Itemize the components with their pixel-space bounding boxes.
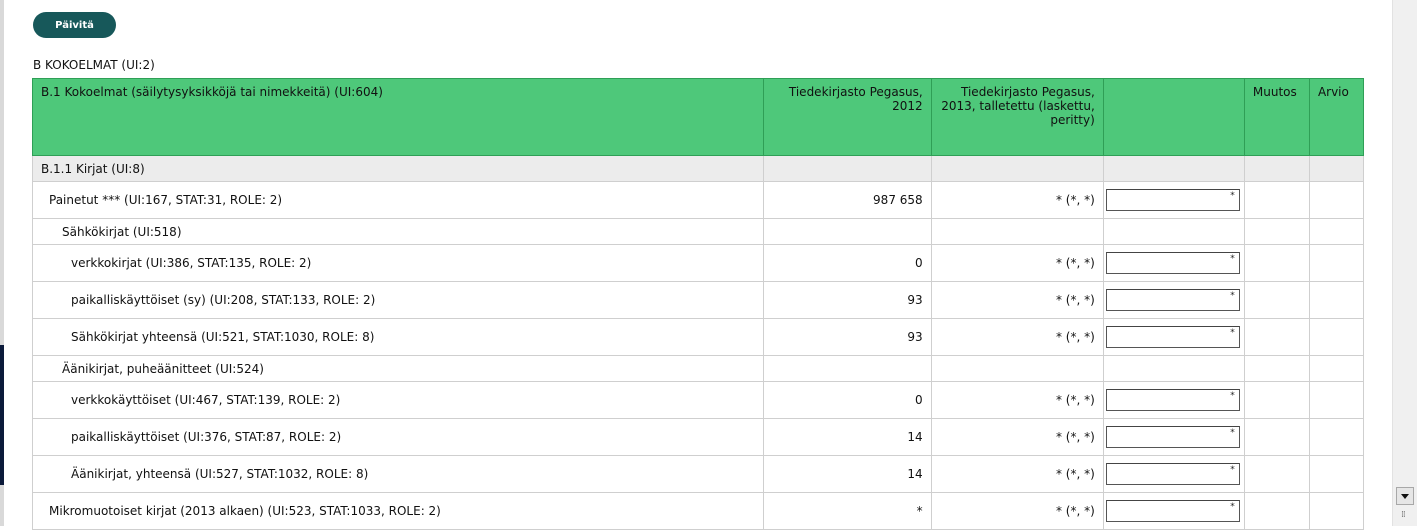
value-input[interactable]: * — [1105, 463, 1240, 485]
row-value-2012: 93 — [762, 281, 932, 319]
table-row: Sähkökirjat yhteensä (UI:521, STAT:1030,… — [32, 318, 1365, 356]
value-input[interactable]: * — [1105, 289, 1240, 311]
group-label: B.1.1 Kirjat (UI:8) — [32, 155, 764, 182]
value-input[interactable]: * — [1105, 500, 1240, 522]
row-value-2013: * (*, *) — [930, 455, 1104, 493]
required-mark: * — [1230, 502, 1235, 512]
required-mark: * — [1230, 254, 1235, 264]
row-value-2012: 93 — [762, 318, 932, 356]
row-value-2013: * (*, *) — [930, 418, 1104, 456]
row-value-2013: * (*, *) — [930, 318, 1104, 356]
header-2013: Tiedekirjasto Pegasus, 2013, talletettu … — [930, 78, 1104, 156]
table-row: Äänikirjat, puheäänitteet (UI:524) — [32, 355, 1365, 382]
row-value-2013: * (*, *) — [930, 244, 1104, 282]
value-input[interactable]: * — [1105, 426, 1240, 448]
refresh-button[interactable]: Päivitä — [33, 12, 116, 38]
row-label: verkkokäyttöiset (UI:467, STAT:139, ROLE… — [32, 381, 764, 419]
row-value-2013: * (*, *) — [930, 492, 1104, 530]
table-row: paikalliskäyttöiset (UI:376, STAT:87, RO… — [32, 418, 1365, 456]
row-value-2013: * (*, *) — [930, 381, 1104, 419]
resize-grip-icon[interactable]: ⁞⁞ — [1401, 510, 1406, 520]
page: Päivitä B KOKOELMAT (UI:2) B.1 Kokoelmat… — [0, 0, 1393, 530]
required-mark: * — [1230, 291, 1235, 301]
table-row: Äänikirjat, yhteensä (UI:527, STAT:1032,… — [32, 455, 1365, 493]
row-label: paikalliskäyttöiset (UI:376, STAT:87, RO… — [32, 418, 764, 456]
table-row: verkkokäyttöiset (UI:467, STAT:139, ROLE… — [32, 381, 1365, 419]
window-edge-dark — [0, 345, 4, 485]
required-mark: * — [1230, 191, 1235, 201]
row-change — [1243, 181, 1310, 219]
row-label: verkkokirjat (UI:386, STAT:135, ROLE: 2) — [32, 244, 764, 282]
row-value-2012: 14 — [762, 455, 932, 493]
value-input[interactable]: * — [1105, 389, 1240, 411]
row-label: Mikromuotoiset kirjat (2013 alkaen) (UI:… — [32, 492, 764, 530]
section-title: B KOKOELMAT (UI:2) — [33, 58, 155, 72]
vertical-scrollbar[interactable]: ⁞⁞ — [1392, 0, 1417, 526]
row-label: Painetut *** (UI:167, STAT:31, ROLE: 2) — [32, 181, 764, 219]
row-label: Sähkökirjat (UI:518) — [32, 218, 764, 245]
row-label: Äänikirjat, puheäänitteet (UI:524) — [32, 355, 764, 382]
scroll-down-arrow-icon[interactable] — [1396, 487, 1414, 505]
row-value-2013: * (*, *) — [930, 181, 1104, 219]
group-row: B.1.1 Kirjat (UI:8) — [32, 155, 1365, 182]
row-value-2012: * — [762, 492, 932, 530]
required-mark: * — [1230, 391, 1235, 401]
row-label: Sähkökirjat yhteensä (UI:521, STAT:1030,… — [32, 318, 764, 356]
table-row: verkkokirjat (UI:386, STAT:135, ROLE: 2)… — [32, 244, 1365, 282]
header-2012: Tiedekirjasto Pegasus, 2012 — [762, 78, 932, 156]
row-value-2012: 0 — [762, 381, 932, 419]
required-mark: * — [1230, 465, 1235, 475]
required-mark: * — [1230, 328, 1235, 338]
header-input — [1102, 78, 1245, 156]
required-mark: * — [1230, 428, 1235, 438]
row-value-2012: 14 — [762, 418, 932, 456]
table-row: Sähkökirjat (UI:518) — [32, 218, 1365, 245]
table-row: Mikromuotoiset kirjat (2013 alkaen) (UI:… — [32, 492, 1365, 530]
value-input[interactable]: * — [1105, 326, 1240, 348]
row-value-2012: 987 658 — [762, 181, 932, 219]
row-label: Äänikirjat, yhteensä (UI:527, STAT:1032,… — [32, 455, 764, 493]
row-label: paikalliskäyttöiset (sy) (UI:208, STAT:1… — [32, 281, 764, 319]
row-value-2013: * (*, *) — [930, 281, 1104, 319]
header-change: Muutos — [1243, 78, 1310, 156]
value-input[interactable]: * — [1105, 252, 1240, 274]
table-row: paikalliskäyttöiset (sy) (UI:208, STAT:1… — [32, 281, 1365, 319]
header-estimate: Arvio — [1308, 78, 1365, 156]
collections-table: B.1 Kokoelmat (säilytysyksikköjä tai nim… — [32, 78, 1365, 530]
table-row: Painetut *** (UI:167, STAT:31, ROLE: 2) … — [32, 181, 1365, 219]
table-header: B.1 Kokoelmat (säilytysyksikköjä tai nim… — [32, 78, 1365, 156]
row-estimate — [1308, 181, 1365, 219]
value-input[interactable]: * — [1105, 189, 1240, 211]
header-name: B.1 Kokoelmat (säilytysyksikköjä tai nim… — [32, 78, 764, 156]
row-value-2012: 0 — [762, 244, 932, 282]
